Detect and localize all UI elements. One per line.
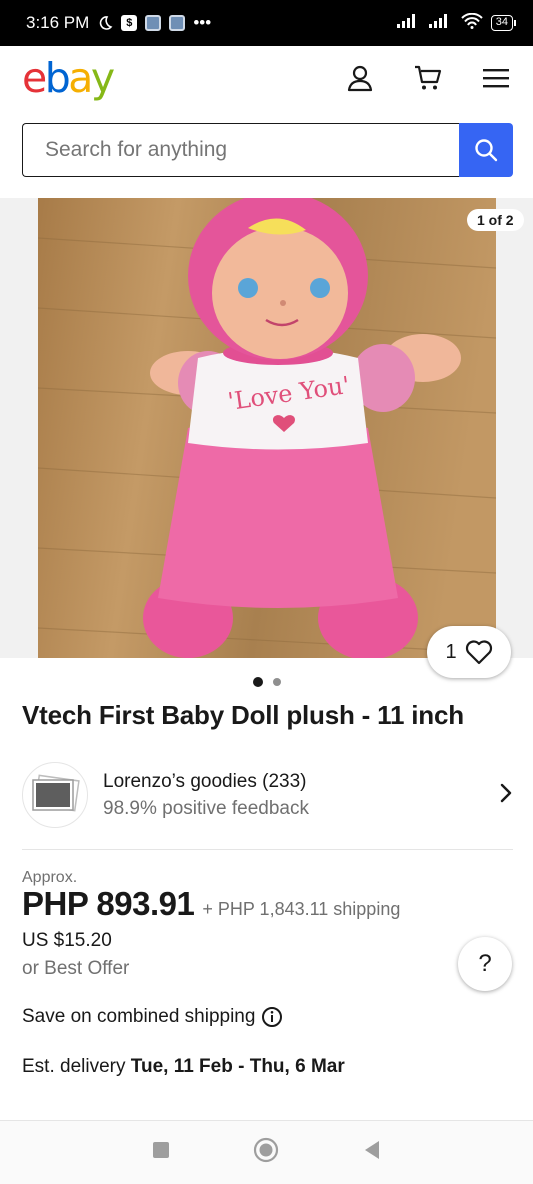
best-offer-text: or Best Offer: [22, 958, 130, 979]
search-bar: [22, 123, 513, 177]
price-usd: US $15.20: [22, 930, 112, 951]
delivery-dates: Tue, 11 Feb - Thu, 6 Mar: [130, 1056, 345, 1077]
photo-icon: [32, 774, 80, 812]
divider: [22, 849, 513, 850]
search-button[interactable]: [459, 123, 513, 177]
shop-app-icon: $: [121, 15, 138, 31]
ebay-logo[interactable]: ebay: [22, 57, 115, 99]
search-icon: [475, 139, 498, 162]
combined-shipping[interactable]: Save on combined shipping: [22, 1006, 283, 1028]
price-row: PHP 893.91 + PHP 1,843.11 shipping: [22, 885, 400, 923]
more-notifications-icon: •••: [193, 13, 212, 32]
app-notification-icon: [145, 15, 162, 31]
product-photo[interactable]: 'Love You': [38, 198, 496, 658]
heart-icon: [465, 640, 492, 665]
battery-icon: 34: [490, 15, 517, 31]
image-gallery[interactable]: 'Love You': [0, 198, 533, 658]
status-bar: 3:16 PM $ ••• 34: [0, 0, 533, 46]
menu-icon[interactable]: [481, 63, 511, 93]
cart-icon[interactable]: [413, 63, 443, 93]
watch-button[interactable]: 1: [427, 626, 511, 678]
app-header: ebay: [0, 46, 533, 110]
android-nav-bar: [0, 1120, 533, 1184]
seller-feedback: 98.9% positive feedback: [103, 798, 309, 819]
user-icon[interactable]: [345, 63, 375, 93]
search-input[interactable]: [22, 123, 459, 177]
combined-shipping-label: Save on combined shipping: [22, 1006, 256, 1027]
wifi-icon: [461, 12, 483, 34]
image-counter: 1 of 2: [467, 209, 524, 231]
app-notification-icon-2: [169, 15, 186, 31]
gallery-dot[interactable]: [272, 678, 281, 686]
seller-avatar: [22, 762, 88, 828]
moon-icon: [97, 15, 113, 31]
gallery-dot-active[interactable]: [252, 677, 263, 687]
help-button[interactable]: ?: [458, 937, 512, 991]
back-icon[interactable]: [363, 1140, 381, 1165]
status-time: 3:16 PM: [26, 13, 90, 32]
signal-icon-2: [428, 13, 453, 33]
shipping-cost: + PHP 1,843.11 shipping: [202, 899, 401, 919]
estimated-delivery: Est. delivery Tue, 11 Feb - Thu, 6 Mar: [22, 1056, 345, 1078]
listing-title: Vtech First Baby Doll plush - 11 inch: [22, 700, 464, 730]
gallery-pagination: [0, 677, 533, 687]
seller-info[interactable]: Lorenzo’s goodies (233) 98.9% positive f…: [22, 760, 513, 830]
home-icon[interactable]: [253, 1137, 279, 1168]
watch-count: 1: [445, 640, 457, 663]
seller-name: Lorenzo’s goodies (233): [103, 771, 307, 792]
delivery-label: Est. delivery: [22, 1056, 131, 1077]
signal-icon: [396, 13, 421, 33]
chevron-right-icon[interactable]: [499, 782, 513, 809]
info-icon: [262, 1007, 283, 1027]
price-amount: PHP 893.91: [22, 885, 195, 922]
recent-apps-icon[interactable]: [152, 1141, 170, 1164]
